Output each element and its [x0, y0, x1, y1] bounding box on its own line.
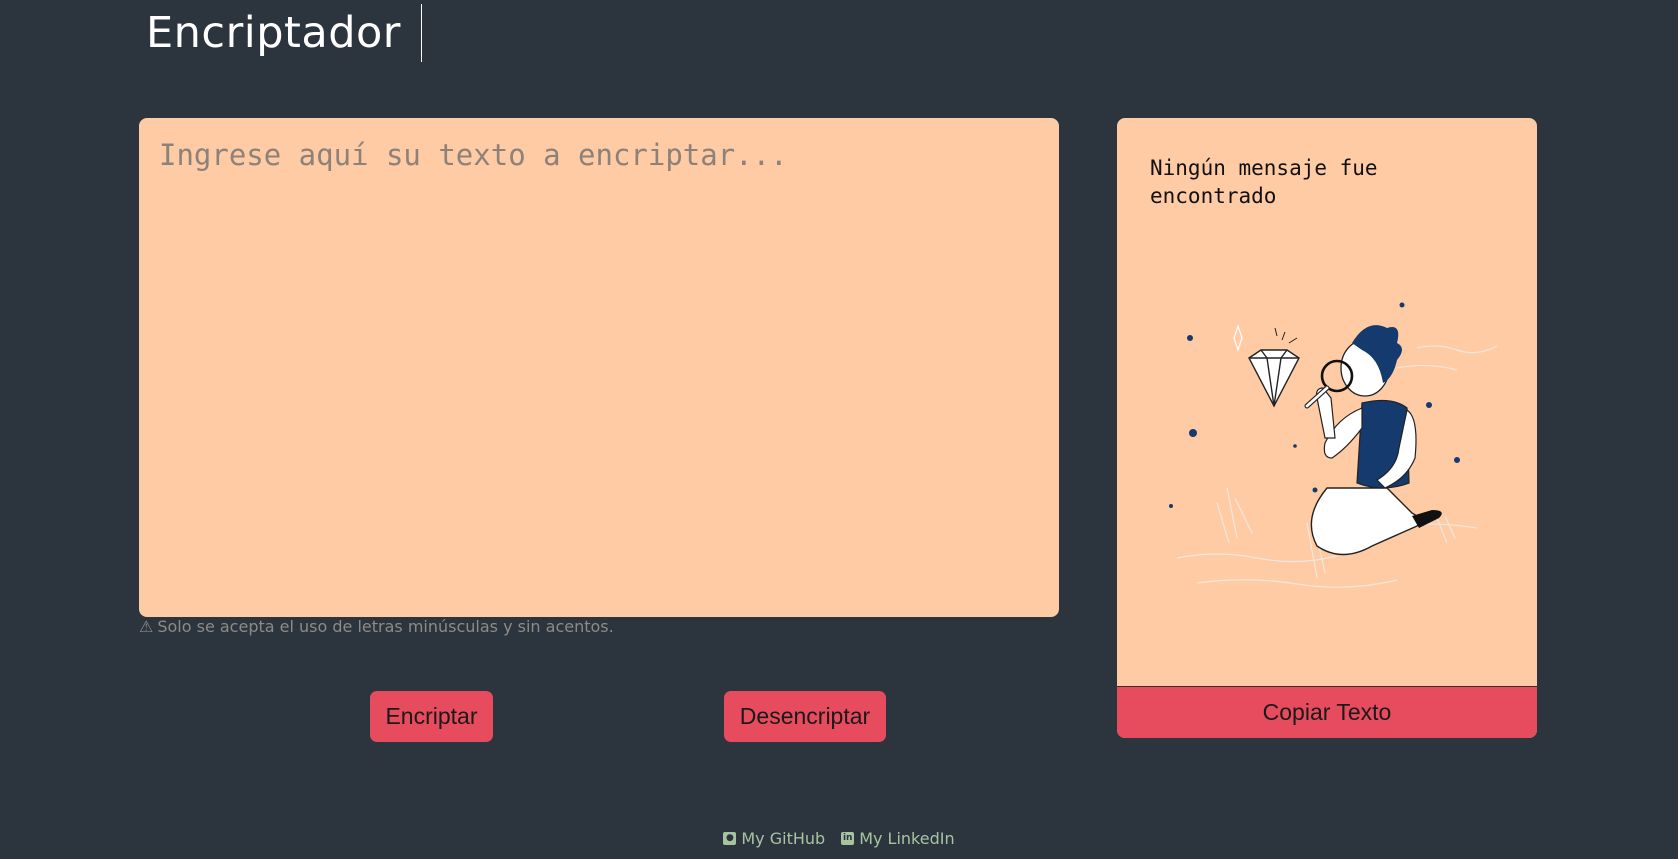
linkedin-link-label: My LinkedIn	[859, 829, 955, 848]
text-input[interactable]	[159, 138, 1039, 597]
encrypt-button[interactable]: Encriptar	[370, 691, 493, 742]
footer: ● My GitHub in My LinkedIn	[0, 829, 1678, 848]
header: Encriptador	[146, 4, 422, 62]
linkedin-link[interactable]: in My LinkedIn	[841, 829, 955, 848]
linkedin-icon: in	[841, 832, 855, 845]
github-icon: ●	[723, 832, 737, 845]
person-searching-diamond-illustration	[1169, 302, 1497, 588]
page-title: Encriptador	[146, 8, 401, 58]
page: Encriptador ⚠ Solo se acepta el uso de l…	[0, 0, 1678, 859]
input-hint: ⚠ Solo se acepta el uso de letras minúsc…	[139, 617, 614, 636]
output-message: Ningún mensaje fue encontrado	[1150, 156, 1378, 208]
github-link-label: My GitHub	[741, 829, 826, 848]
hint-text: Solo se acepta el uso de letras minúscul…	[157, 617, 614, 636]
input-panel	[139, 118, 1059, 617]
warning-icon: ⚠	[139, 617, 154, 636]
decrypt-button[interactable]: Desencriptar	[724, 691, 886, 742]
output-panel: Ningún mensaje fue encontrado Copiar Tex…	[1117, 118, 1537, 738]
title-divider	[420, 4, 422, 62]
copy-text-button[interactable]: Copiar Texto	[1117, 686, 1537, 738]
github-link[interactable]: ● My GitHub	[723, 829, 825, 848]
